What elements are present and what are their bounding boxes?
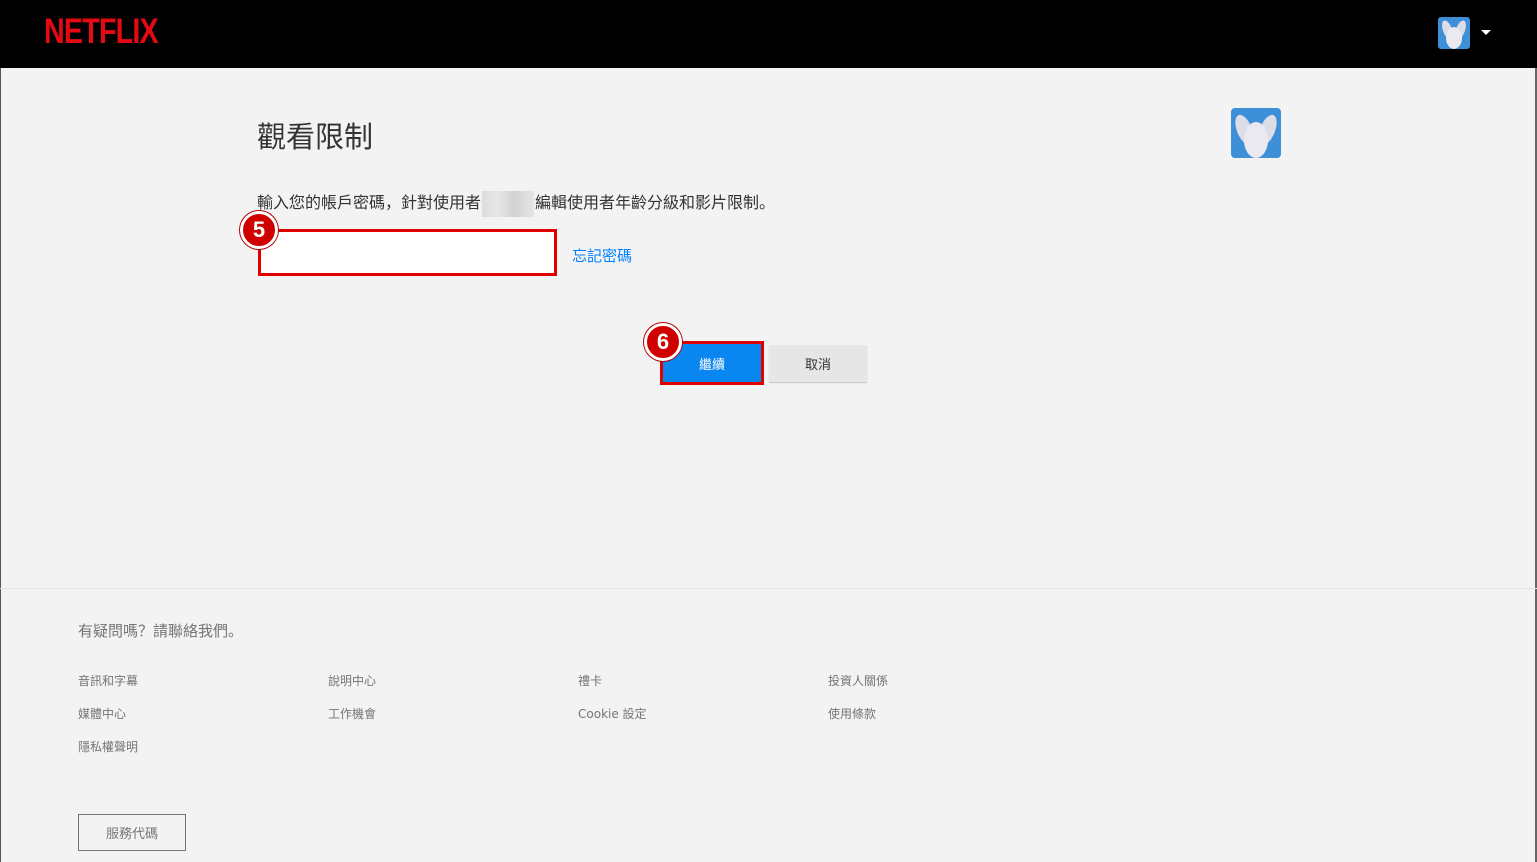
footer-link-media-center[interactable]: 媒體中心: [78, 705, 126, 722]
footer-link-terms-of-use[interactable]: 使用條款: [828, 705, 876, 722]
page-title: 觀看限制: [257, 120, 374, 154]
instruction-text: 輸入您的帳戶密碼，針對使用者 編輯使用者年齡分級和影片限制。: [257, 189, 775, 217]
redacted-username: [482, 190, 535, 217]
contact-us-text[interactable]: 有疑問嗎？請聯絡我們。: [78, 620, 243, 641]
footer-link-help-center[interactable]: 說明中心: [328, 672, 376, 689]
footer-link-privacy[interactable]: 隱私權聲明: [78, 738, 138, 755]
instruction-before: 輸入您的帳戶密碼，針對使用者: [257, 193, 482, 212]
caret-down-icon[interactable]: [1481, 30, 1491, 35]
footer-link-jobs[interactable]: 工作機會: [328, 705, 376, 722]
bunny-avatar-icon: [1231, 108, 1281, 158]
footer-link-cookie-settings[interactable]: Cookie 設定: [578, 705, 647, 722]
window-border-left: [0, 0, 1, 862]
profile-avatar-icon[interactable]: [1438, 17, 1470, 49]
step-6-badge: 6: [644, 323, 682, 361]
instruction-after: 編輯使用者年齡分級和影片限制。: [535, 193, 776, 212]
top-header: NETFLIX: [0, 0, 1537, 68]
forgot-password-link[interactable]: 忘記密碼: [572, 245, 632, 266]
footer-link-gift-cards[interactable]: 禮卡: [578, 672, 602, 689]
footer-link-audio-subtitles[interactable]: 音訊和字幕: [78, 672, 138, 689]
footer-link-investor-relations[interactable]: 投資人關係: [828, 672, 888, 689]
footer-divider: [0, 588, 1537, 589]
step-5-badge: 5: [240, 211, 278, 249]
netflix-logo[interactable]: NETFLIX: [44, 12, 159, 52]
service-code-button[interactable]: 服務代碼: [78, 814, 186, 851]
cancel-button[interactable]: 取消: [769, 345, 867, 382]
password-input[interactable]: [258, 229, 557, 276]
